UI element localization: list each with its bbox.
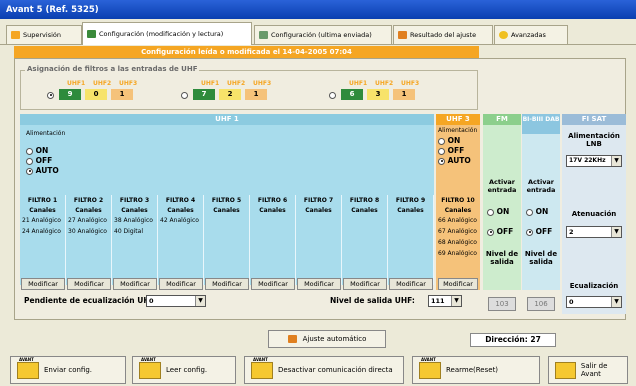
lnb-label: Alimentación LNB: [568, 132, 620, 148]
tab-bar: Supervisión Configuración (modificación …: [0, 19, 636, 45]
modify-filter-9-button[interactable]: Modificar: [389, 278, 433, 290]
output-level-label: Nivel de salida UHF:: [330, 296, 415, 305]
avant-device-icon: AVANT: [419, 357, 441, 379]
chart-icon: [287, 335, 297, 343]
modify-filter-5-button[interactable]: Modificar: [205, 278, 249, 290]
bi-activate-label: Activar entrada: [526, 178, 556, 194]
fm-activate-label: Activar entrada: [487, 178, 517, 194]
filter-group-2: UHF1 UHF2 UHF3 7 2 1: [181, 80, 271, 100]
bottom-button-1[interactable]: AVANT Enviar config.: [10, 356, 126, 384]
tab-resultado-ajuste[interactable]: Resultado del ajuste: [393, 25, 493, 44]
uhf1-on-option[interactable]: ON: [26, 146, 59, 156]
attenuation-select[interactable]: 2 ▼: [566, 226, 622, 238]
modify-filter-8-button[interactable]: Modificar: [343, 278, 387, 290]
uhf1-off-option[interactable]: OFF: [26, 156, 59, 166]
filter-group-1: UHF1 UHF2 UHF3 9 0 1: [47, 80, 137, 100]
attenuation-label: Atenuación: [571, 210, 617, 218]
fm-options: ON OFF: [487, 202, 513, 242]
fm-off-option[interactable]: OFF: [487, 222, 513, 242]
fm-level-field[interactable]: 103: [488, 297, 516, 311]
uhf1-alim-label: Alimentación: [26, 130, 66, 137]
fm-on-option[interactable]: ON: [487, 202, 513, 222]
filter-8: FILTRO 8 Canales: [342, 195, 388, 285]
filter-group-3-radio[interactable]: [329, 91, 336, 99]
bi-off-option[interactable]: OFF: [526, 222, 552, 242]
bottom-button-3[interactable]: AVANT Desactivar comunicación directa: [244, 356, 404, 384]
filter-group-2-radio[interactable]: [181, 91, 188, 99]
slope-select[interactable]: 0 ▼: [146, 295, 206, 307]
filter-assignment-title: Asignación de filtros a las entradas de …: [25, 65, 200, 73]
output-level-select[interactable]: 111 ▼: [428, 295, 462, 307]
auto-adjust-button[interactable]: Ajuste automático: [268, 330, 386, 348]
filter-assignment-box: Asignación de filtros a las entradas de …: [20, 65, 478, 110]
address-display: Dirección: 27: [470, 333, 556, 347]
filter-group-3: UHF1 UHF2 UHF3 6 3 1: [329, 80, 419, 100]
config-last-icon: [259, 31, 268, 39]
slope-label: Pendiente de ecualización UHF:: [24, 296, 158, 305]
modify-filter-1-button[interactable]: Modificar: [21, 278, 65, 290]
advanced-icon: [499, 31, 508, 39]
avant-device-icon: AVANT: [17, 357, 39, 379]
uhf1-alim-options: ON OFF AUTO: [26, 146, 59, 176]
modify-filter-3-button[interactable]: Modificar: [113, 278, 157, 290]
bi-level-label: Nivel de salida: [524, 250, 558, 266]
uhf1-auto-option[interactable]: AUTO: [26, 166, 59, 176]
uhf3-auto-option[interactable]: AUTO: [438, 156, 480, 166]
modify-filter-2-button[interactable]: Modificar: [67, 278, 111, 290]
bi-options: ON OFF: [526, 202, 552, 242]
uhf1-header: UHF 1: [20, 114, 434, 125]
modify-filter-4-button[interactable]: Modificar: [159, 278, 203, 290]
bottom-button-4[interactable]: AVANT Rearme(Reset): [412, 356, 540, 384]
bi-on-option[interactable]: ON: [526, 202, 552, 222]
tab-configuracion-modificacion[interactable]: Configuración (modificación y lectura): [82, 22, 252, 45]
modify-filter-6-button[interactable]: Modificar: [251, 278, 295, 290]
uhf3-alim-options: ON OFF AUTO: [436, 136, 480, 166]
modify-filter-10-button[interactable]: Modificar: [438, 278, 478, 290]
equalization-label: Ecualización: [569, 282, 619, 290]
result-icon: [398, 31, 407, 39]
fm-header: FM: [483, 114, 521, 125]
tab-avanzadas[interactable]: Avanzadas: [494, 25, 568, 44]
filter-6: FILTRO 6 Canales: [250, 195, 296, 285]
bottom-button-2[interactable]: AVANT Leer config.: [132, 356, 236, 384]
fm-level-label: Nivel de salida: [485, 250, 519, 266]
filter-7: FILTRO 7 Canales: [296, 195, 342, 285]
config-icon: [87, 30, 96, 38]
avant-device-icon: AVANT: [139, 357, 161, 379]
uhf3-column: UHF 3 Alimentación ON OFF AUTO FILTRO 10…: [436, 114, 480, 290]
tab-supervision[interactable]: Supervisión: [6, 25, 82, 44]
uhf3-header: UHF 3: [436, 114, 480, 125]
bi-level-field[interactable]: 106: [527, 297, 555, 311]
bi-header: BI-BIII DAB: [522, 114, 560, 134]
filter-3: FILTRO 3 Canales 38 Analógico 40 Digital: [112, 195, 158, 285]
config-date-banner: Configuración leída o modificada el 14-0…: [14, 46, 479, 58]
supervision-icon: [11, 31, 20, 39]
filter-10: FILTRO 10 Canales 66 Analógico 67 Analóg…: [438, 197, 477, 257]
filter-9: FILTRO 9 Canales: [388, 195, 434, 285]
uhf3-off-option[interactable]: OFF: [438, 146, 480, 156]
filter-4: FILTRO 4 Canales 42 Analógico: [158, 195, 204, 285]
filter-5: FILTRO 5 Canales: [204, 195, 250, 285]
filter-2: FILTRO 2 Canales 27 Analógico 30 Analógico: [66, 195, 112, 285]
tab-configuracion-ultima[interactable]: Configuración (ultima enviada): [254, 25, 392, 44]
equalization-select[interactable]: 0 ▼: [566, 296, 622, 308]
avant-device-icon: AVANT: [251, 357, 273, 379]
bottom-button-5[interactable]: Salir de Avant: [548, 356, 628, 384]
lnb-select[interactable]: 17V 22KHz ▼: [566, 155, 622, 167]
window-title: Avant 5 (Ref. 5325): [0, 0, 636, 19]
filter-group-1-radio[interactable]: [47, 91, 54, 99]
avant-device-icon: [555, 361, 576, 379]
filter-1: FILTRO 1 Canales 21 Analógico 24 Analógico: [20, 195, 66, 285]
modify-filter-7-button[interactable]: Modificar: [297, 278, 341, 290]
uhf3-on-option[interactable]: ON: [438, 136, 480, 146]
fisat-header: FI SAT: [562, 114, 626, 125]
uhf3-alim-label: Alimentación: [438, 127, 478, 134]
